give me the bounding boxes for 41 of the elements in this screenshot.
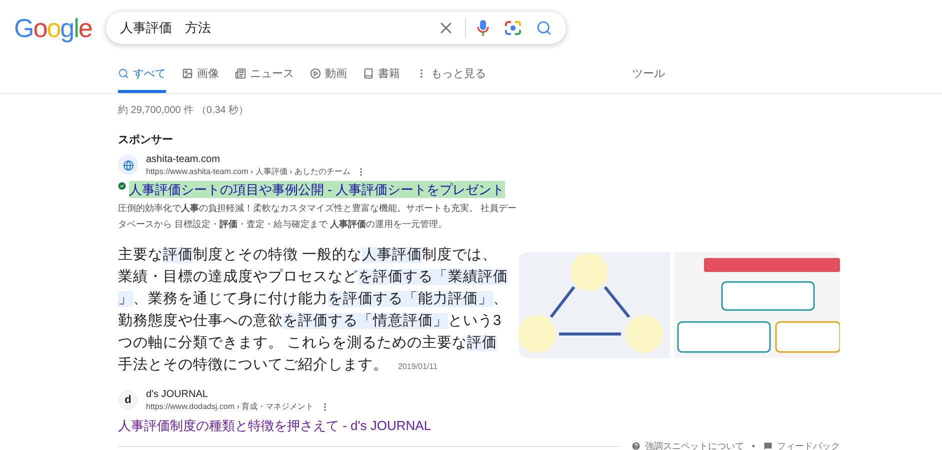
globe-icon <box>122 160 134 170</box>
diagram-thumbnail[interactable] <box>519 252 670 358</box>
search-tab[interactable]: ニュース <box>235 66 294 93</box>
text-highlight: 人事評価 <box>362 246 422 262</box>
snippet-date: 2019/01/11 <box>398 362 438 370</box>
check-icon <box>117 181 127 191</box>
camera-icon[interactable] <box>504 20 522 36</box>
about-snippets-link[interactable]: 強調スニペットについて <box>644 440 744 450</box>
text-highlight: 評価 <box>163 246 193 262</box>
search-tab[interactable]: 動画 <box>310 66 347 93</box>
play-icon <box>310 68 321 80</box>
search-tab[interactable]: 書籍 <box>363 66 400 93</box>
ad-description: 圧倒的効率化で人事の負担軽減！柔軟なカスタマイズ性と豊富な機能。サポートも充実。 社員データベースから 目標設定・評価・査定・給与確定まで 人事評価の運用を一元管理。 <box>118 202 518 230</box>
featured-snippet: 主要な評価制度とその特徴 一般的な人事評価制度では、業績・目標の達成度やプロセスなどを評価する「業績評価」、業務を通じて身に付け能力 を評価する「能力評価」、勤務態度や仕事への意欲を評価する「情意評価」という3つの軸に分類できます。 これらを測るための主要な評価 手法とその特徴についてご紹介します。 2019/01/11 <box>118 246 509 374</box>
result-title-link[interactable]: 人事評価制度の種類と特徴を押さえて - d's JOURNAL <box>118 416 942 434</box>
site-name: ashita-team.com <box>146 152 221 166</box>
favicon-letter: d <box>124 392 132 408</box>
search-icon[interactable] <box>536 20 552 36</box>
result-stats: 約 29,700,000 件 （0.34 秒） <box>118 104 250 118</box>
search-icon <box>118 68 129 80</box>
search-tab[interactable]: もっと見る <box>416 66 486 93</box>
site-name: d's JOURNAL <box>146 388 209 400</box>
feedback-link[interactable]: フィードバック <box>777 440 840 450</box>
site-url[interactable]: https://www.dodadsj.com › 育成・マネジメント <box>146 400 314 412</box>
separator-dot: • <box>752 440 755 450</box>
google-logo[interactable]: Google <box>14 15 106 41</box>
text-highlight: 評価 <box>467 334 498 350</box>
site-url[interactable]: https://www.ashita-team.com › 人事評価 › あしたのチーム <box>146 166 350 178</box>
search-tab[interactable]: すべて <box>118 66 166 93</box>
ad-title-link[interactable]: 人事評価シートの項目や事例公開 - 人事評価シートをプレゼント <box>129 180 505 198</box>
book-icon <box>363 68 374 80</box>
sponsor-label: スポンサー <box>118 133 174 148</box>
tools-button[interactable]: ツール <box>632 66 665 93</box>
newspaper-icon <box>235 68 246 80</box>
search-field[interactable]: 人事評価 方法 <box>106 12 566 44</box>
microphone-icon[interactable] <box>476 19 490 37</box>
chart-thumbnail[interactable] <box>674 252 840 358</box>
text-highlight: を評価する「情意評価」 <box>283 312 448 328</box>
image-icon <box>182 68 193 80</box>
search-tab[interactable]: 画像 <box>182 66 219 93</box>
text-highlight: を評価する「能力評価」 <box>328 290 493 306</box>
